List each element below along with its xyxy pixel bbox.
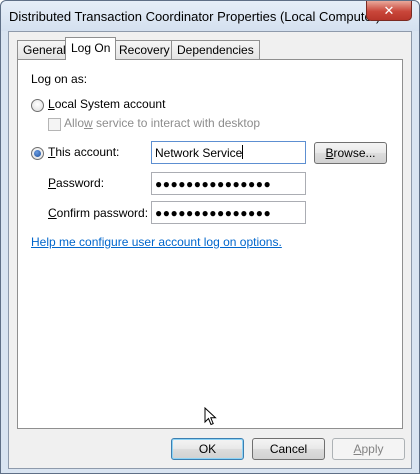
browse-button[interactable]: Browse... (314, 142, 387, 164)
apply-button[interactable]: Apply (332, 438, 405, 460)
help-configure-link[interactable]: Help me configure user account log on op… (31, 235, 282, 249)
this-account-label[interactable]: This account: (48, 145, 119, 159)
this-account-radio[interactable] (31, 147, 44, 160)
local-system-label[interactable]: Local System account (48, 97, 165, 111)
password-input[interactable]: ●●●●●●●●●●●●●●● (151, 172, 306, 195)
tab-dependencies[interactable]: Dependencies (171, 40, 260, 59)
local-system-radio[interactable] (31, 99, 44, 112)
tab-log-on[interactable]: Log On (65, 37, 117, 60)
mouse-pointer-icon (204, 407, 217, 426)
confirm-password-label: Confirm password: (48, 206, 149, 220)
password-label: Password: (48, 176, 105, 190)
cancel-button[interactable]: Cancel (252, 438, 325, 460)
radio-selected-dot (34, 150, 41, 157)
text-caret (242, 145, 244, 159)
close-button[interactable]: ✕ (366, 1, 412, 21)
window-title: Distributed Transaction Coordinator Prop… (9, 9, 381, 24)
log-on-panel: Log on as: Local System account Allow se… (17, 59, 403, 429)
confirm-password-input[interactable]: ●●●●●●●●●●●●●●● (151, 201, 306, 224)
title-bar[interactable]: Distributed Transaction Coordinator Prop… (1, 1, 419, 31)
tab-general[interactable]: General (17, 40, 72, 59)
account-name-input[interactable]: Network Service (151, 141, 306, 164)
log-on-as-heading: Log on as: (31, 72, 88, 86)
allow-desktop-checkbox[interactable] (48, 118, 61, 131)
dialog-client-area: General Log On Recovery Dependencies Log… (8, 31, 412, 469)
tab-recovery[interactable]: Recovery (113, 40, 176, 59)
ok-button[interactable]: OK (171, 438, 244, 460)
properties-dialog: Distributed Transaction Coordinator Prop… (0, 0, 420, 474)
allow-desktop-label: Allow service to interact with desktop (64, 116, 261, 130)
